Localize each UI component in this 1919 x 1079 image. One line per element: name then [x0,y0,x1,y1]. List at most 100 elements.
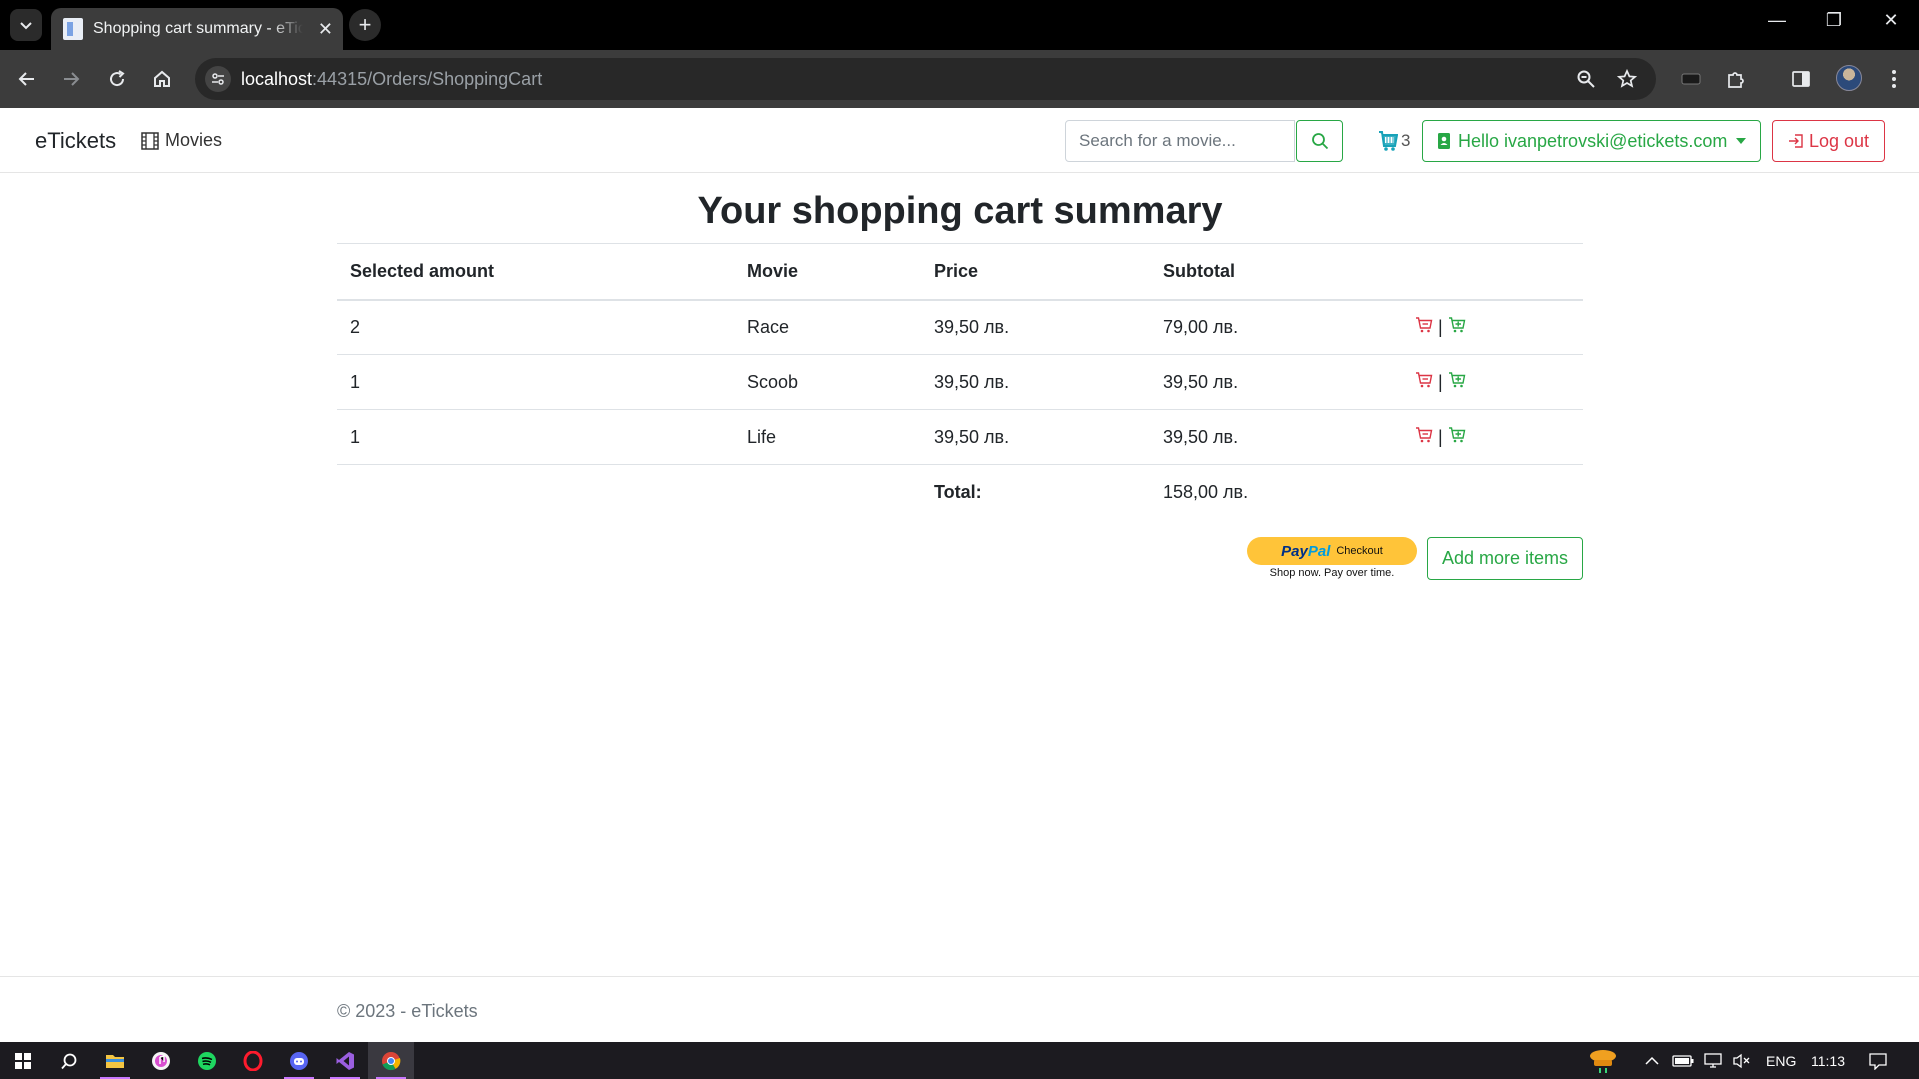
restore-button[interactable]: ❐ [1814,10,1854,31]
cart-link[interactable]: 3 [1378,130,1410,152]
bookmark-star-icon[interactable] [1616,68,1638,90]
action-separator: | [1438,316,1443,337]
cell-price: 39,50 лв. [921,409,1150,465]
chrome-icon [382,1051,401,1070]
add-more-items-button[interactable]: Add more items [1427,537,1583,580]
new-tab-button[interactable]: + [349,9,381,41]
total-value: 158,00 лв. [1163,481,1249,502]
cell-amount: 1 [337,409,734,465]
taskbar-itunes[interactable] [138,1042,184,1079]
tray-app-icon[interactable] [1588,1042,1618,1079]
zoom-icon[interactable] [1575,68,1597,90]
add-to-cart-icon[interactable] [1448,426,1466,448]
shopping-cart-icon [1379,131,1398,151]
taskbar-opera[interactable] [230,1042,276,1079]
add-to-cart-icon[interactable] [1448,371,1466,393]
cell-actions: | [1402,299,1583,355]
side-panel-icon[interactable] [1786,64,1816,94]
remove-from-cart-icon[interactable] [1415,371,1433,393]
taskbar-discord[interactable] [276,1042,322,1079]
taskbar-search-button[interactable] [46,1042,92,1079]
caret-down-icon [1736,138,1746,144]
browser-menu-icon[interactable] [1879,64,1909,94]
address-bar[interactable]: localhost:44315/Orders/ShoppingCart [195,58,1656,100]
total-label: Total: [934,481,982,502]
os-taskbar: ENG 11:13 [0,1042,1919,1079]
logout-label: Log out [1808,130,1870,151]
site-footer: © 2023 - eTickets [0,976,1919,1042]
url-host: localhost [241,69,313,89]
site-navbar: eTickets Movies 3 Hello ivanpetrovski@et… [0,108,1919,173]
paypal-checkout-button[interactable]: PayPal Checkout [1247,537,1417,565]
remove-from-cart-icon[interactable] [1415,316,1433,338]
cell-price: 39,50 лв. [921,299,1150,355]
profile-avatar[interactable] [1836,65,1862,91]
visual-studio-icon [336,1051,354,1070]
site-info-button[interactable] [205,66,231,92]
back-button[interactable] [12,64,42,94]
search-button[interactable] [1296,120,1343,162]
minimize-button[interactable]: — [1757,10,1797,31]
cart-count-badge: 3 [1401,131,1411,150]
paypal-checkout[interactable]: PayPal Checkout Shop now. Pay over time. [1247,537,1417,580]
network-icon[interactable] [1702,1042,1724,1079]
extension-keyboard-icon[interactable] [1676,64,1706,94]
add-to-cart-icon[interactable] [1448,316,1466,338]
movie-search-input[interactable] [1065,120,1295,162]
tab-close-icon[interactable]: ✕ [318,19,333,40]
tune-icon [212,73,224,85]
taskbar-chrome[interactable] [368,1042,414,1079]
search-icon [61,1053,77,1069]
cell-actions: | [1402,354,1583,410]
close-window-button[interactable]: ✕ [1871,10,1911,31]
paypal-checkout-label: Checkout [1336,545,1383,557]
cell-amount: 2 [337,299,734,355]
reload-icon [110,70,125,87]
header-actions [1402,243,1583,301]
folder-icon [106,1054,124,1068]
taskbar-file-explorer[interactable] [92,1042,138,1079]
nav-movies-link[interactable]: Movies [141,130,222,151]
battery-icon[interactable] [1672,1042,1694,1079]
box-arrow-in-right-icon [1788,134,1803,148]
cell-price: 39,50 лв. [921,354,1150,410]
cell-movie: Life [734,409,921,465]
home-button[interactable] [147,64,177,94]
weather-icon [1590,1049,1616,1073]
chevron-down-icon [20,22,32,30]
forward-button[interactable] [56,64,86,94]
arrow-right-icon [64,72,80,86]
user-dropdown-button[interactable]: Hello ivanpetrovski@etickets.com [1422,120,1761,162]
remove-from-cart-icon[interactable] [1415,426,1433,448]
browser-tab-bar: Shopping cart summary - eTickets ✕ + — ❐… [0,0,1919,50]
logout-button[interactable]: Log out [1772,120,1885,162]
extensions-puzzle-icon[interactable] [1721,64,1751,94]
clock[interactable]: 11:13 [1811,1042,1845,1079]
notifications-icon[interactable] [1868,1042,1888,1079]
language-indicator[interactable]: ENG [1766,1042,1796,1079]
header-subtotal: Subtotal [1150,243,1402,301]
url-text: localhost:44315/Orders/ShoppingCart [241,69,542,90]
page-favicon-icon [63,18,83,40]
tray-show-hidden-icon[interactable] [1644,1042,1660,1079]
arrow-left-icon [18,72,34,86]
cell-amount: 1 [337,354,734,410]
windows-logo-icon [15,1052,31,1069]
reload-button[interactable] [102,64,132,94]
cart-table: Selected amount Movie Price Subtotal 2 R… [337,243,1583,520]
discord-icon [290,1051,308,1070]
cell-subtotal: 79,00 лв. [1150,299,1402,355]
taskbar-spotify[interactable] [184,1042,230,1079]
volume-muted-icon[interactable] [1732,1042,1752,1079]
table-header-row: Selected amount Movie Price Subtotal [337,243,1583,301]
header-price: Price [921,243,1150,301]
table-row: 1 Scoob 39,50 лв. 39,50 лв. | [337,354,1583,410]
taskbar-visual-studio[interactable] [322,1042,368,1079]
music-app-icon [152,1051,170,1070]
page-title: Your shopping cart summary [697,190,1223,232]
browser-tab[interactable]: Shopping cart summary - eTickets ✕ [51,8,343,50]
brand-link[interactable]: eTickets [35,128,116,154]
search-icon [1311,133,1328,150]
tab-search-button[interactable] [10,9,42,41]
start-button[interactable] [0,1042,46,1079]
